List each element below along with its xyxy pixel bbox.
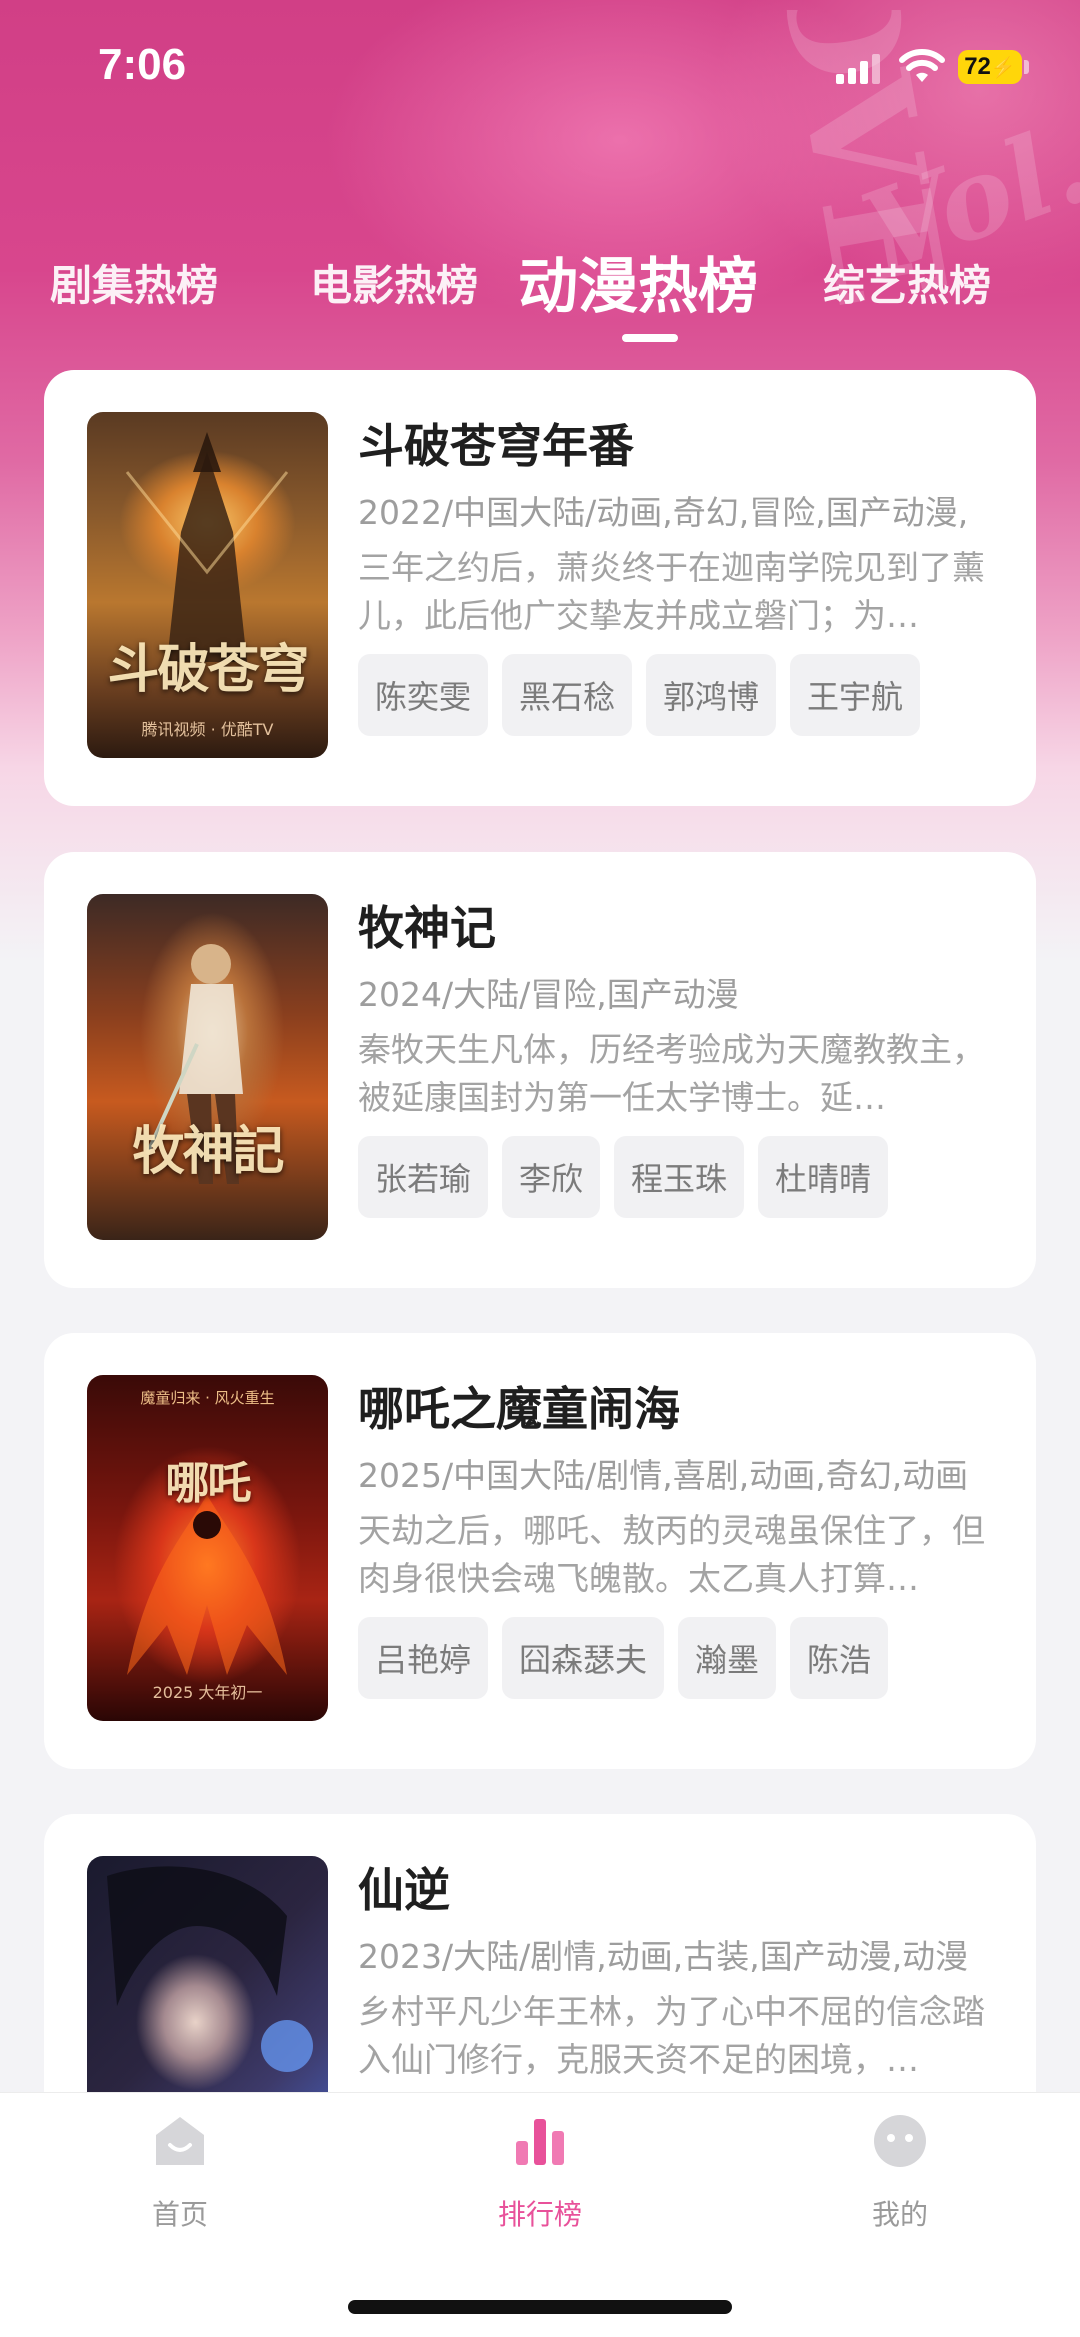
- actor-tag[interactable]: 瀚墨: [678, 1617, 777, 1699]
- battery-icon: 72 ⚡: [958, 50, 1022, 84]
- poster-title-art: 牧神記: [132, 1121, 284, 1182]
- ranking-icon: [516, 2119, 564, 2165]
- actor-tag[interactable]: 黑石稔: [502, 654, 633, 736]
- poster-release: 2025 大年初一: [152, 1683, 263, 1702]
- battery-tip: [1024, 60, 1029, 74]
- item-meta: 2024/大陆/冒险,国产动漫: [358, 975, 739, 1014]
- poster-title-art: 斗破苍穹: [107, 639, 309, 700]
- actor-tag[interactable]: 李欣: [502, 1136, 601, 1218]
- poster-image: 斗破苍穹 腾讯视频 · 优酷TV: [87, 412, 328, 758]
- actor-list: 吕艳婷 囧森瑟夫 瀚墨 陈浩: [358, 1617, 998, 1699]
- ranking-card[interactable]: 斗破苍穹 腾讯视频 · 优酷TV 斗破苍穹年番 2022/中国大陆/动画,奇幻,…: [44, 370, 1036, 806]
- item-meta: 2025/中国大陆/剧情,喜剧,动画,奇幻,动画: [358, 1456, 969, 1495]
- actor-list: 陈奕雯 黑石稔 郭鸿博 王宇航: [358, 654, 998, 736]
- actor-tag[interactable]: 张若瑜: [358, 1136, 489, 1218]
- actor-list: 张若瑜 李欣 程玉珠 杜晴晴: [358, 1136, 998, 1218]
- item-description: 天劫之后，哪吒、敖丙的灵魂虽保住了，但肉身很快会魂飞魄散。太乙真人打算…: [358, 1511, 985, 1598]
- poster-credits: 腾讯视频 · 优酷TV: [141, 720, 274, 739]
- nav-profile-label: 我的: [871, 2198, 928, 2231]
- item-meta: 2023/大陆/剧情,动画,古装,国产动漫,动漫: [358, 1937, 969, 1976]
- signal-icon: [836, 52, 882, 84]
- nav-ranking-label: 排行榜: [497, 2198, 582, 2231]
- ranking-card[interactable]: 魔童归来 · 风火重生 哪吒 2025 大年初一 哪吒之魔童闹海 2025/中国…: [44, 1333, 1036, 1769]
- poster-image: 牧神記: [87, 894, 328, 1240]
- nav-profile[interactable]: 我的: [800, 2111, 1000, 2233]
- actor-tag[interactable]: 郭鸿博: [646, 654, 777, 736]
- category-tabs: 剧集热榜 电影热榜 动漫热榜 综艺热榜: [0, 230, 1080, 350]
- item-title: 牧神记: [358, 901, 496, 955]
- actor-tag[interactable]: 王宇航: [790, 654, 921, 736]
- tab-anime[interactable]: 动漫热榜: [518, 238, 758, 325]
- home-indicator: [348, 2300, 732, 2314]
- actor-tag[interactable]: 程玉珠: [614, 1136, 745, 1218]
- wifi-icon: [899, 49, 945, 82]
- item-meta: 2022/中国大陆/动画,奇幻,冒险,国产动漫,: [358, 493, 969, 532]
- item-title: 斗破苍穹年番: [358, 419, 634, 473]
- battery-level: 72: [964, 53, 991, 80]
- status-time: 7:06: [98, 40, 187, 89]
- actor-tag[interactable]: 陈浩: [790, 1617, 889, 1699]
- nav-ranking[interactable]: 排行榜: [440, 2111, 640, 2233]
- item-description: 三年之约后，萧炎终于在迦南学院见到了薰儿，此后他广交挚友并成立磐门；为…: [358, 548, 985, 635]
- actor-tag[interactable]: 陈奕雯: [358, 654, 489, 736]
- item-description: 秦牧天生凡体，历经考验成为天魔教教主，被延康国封为第一任太学博士。延…: [358, 1030, 985, 1117]
- status-bar: 7:06 72 ⚡: [0, 0, 1080, 130]
- actor-tag[interactable]: 吕艳婷: [358, 1617, 489, 1699]
- actor-tag[interactable]: 杜晴晴: [758, 1136, 889, 1218]
- item-description: 乡村平凡少年王林，为了心中不屈的信念踏入仙门修行，克服天资不足的困境，…: [358, 1992, 985, 2079]
- nav-home-label: 首页: [151, 2198, 208, 2231]
- tab-series[interactable]: 剧集热榜: [50, 252, 218, 313]
- poster-image: 魔童归来 · 风火重生 哪吒 2025 大年初一: [87, 1375, 328, 1721]
- tab-variety[interactable]: 综艺热榜: [823, 252, 991, 313]
- ranking-card[interactable]: 牧神記 牧神记 2024/大陆/冒险,国产动漫 秦牧天生凡体，历经考验成为天魔教…: [44, 852, 1036, 1288]
- item-title: 仙逆: [358, 1863, 450, 1917]
- poster-tagline: 魔童归来 · 风火重生: [140, 1389, 275, 1407]
- actor-tag[interactable]: 囧森瑟夫: [502, 1617, 665, 1699]
- home-icon: [156, 2117, 204, 2165]
- item-title: 哪吒之魔童闹海: [358, 1382, 680, 1436]
- tab-movies[interactable]: 电影热榜: [310, 252, 478, 313]
- nav-home[interactable]: 首页: [80, 2111, 280, 2233]
- poster-title-art: 哪吒: [165, 1458, 252, 1509]
- profile-icon: [874, 2115, 926, 2167]
- active-tab-indicator: [622, 334, 678, 342]
